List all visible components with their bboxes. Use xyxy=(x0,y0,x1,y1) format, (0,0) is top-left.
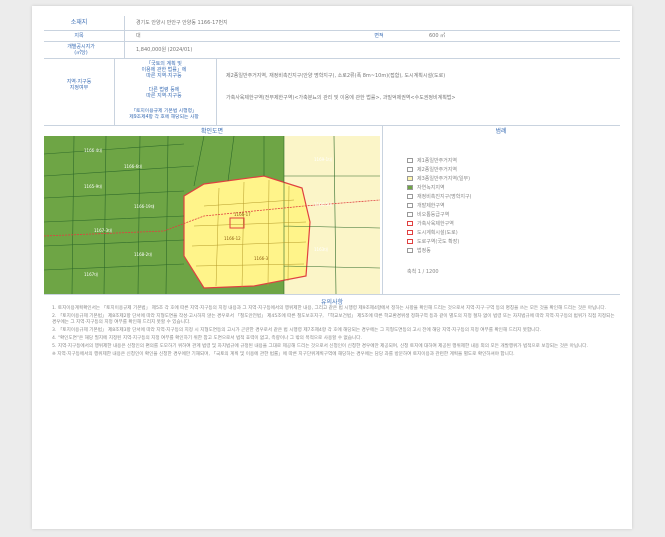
note-paragraph: 2. 「토지이용규제 기본법」 제8조제2항 단서에 따라 지형도면을 작성·고… xyxy=(52,314,615,325)
legend-label: 가축사육제한구역 xyxy=(417,221,454,227)
legend-label: 자연녹지지역 xyxy=(417,185,445,191)
legend-swatch xyxy=(407,212,413,217)
legend-swatch xyxy=(407,176,413,181)
legend-item: 비오톱등급구역 xyxy=(407,210,607,219)
redevelopment-district xyxy=(183,175,311,289)
legend-label: 제1종일반주거지역 xyxy=(417,158,457,164)
legend-label: 개발제한구역 xyxy=(417,203,445,209)
legend-swatch xyxy=(407,221,413,226)
legend-item: 자연녹지지역 xyxy=(407,183,607,192)
parcel-label: 1168-2대 xyxy=(134,251,152,257)
parcel-label: 1166-19대 xyxy=(134,203,155,209)
official-price-row: 개별공시지가 (㎡당) 1,840,000원 (2024/01) xyxy=(44,42,620,59)
target-parcel-label: 1166-17 xyxy=(234,212,251,217)
zoning-section-label: 지역·지구등 지정여부 xyxy=(66,79,92,91)
legend-item: 가축사육제한구역 xyxy=(407,219,607,228)
land-category-value: 대 xyxy=(136,33,141,39)
legend-label: 제3종일반주거지역(일부) xyxy=(417,176,471,182)
other-act-label: 다른 법령 등에 따른 지역·지구등 xyxy=(146,87,182,99)
legend-swatch xyxy=(407,230,413,235)
land-category-label: 지목 xyxy=(74,33,84,39)
divider xyxy=(124,42,125,58)
legend-swatch xyxy=(407,158,413,163)
parcel-label: 1169-1대 xyxy=(314,156,332,162)
legend-label: 제2종일반주거지역 xyxy=(417,167,457,173)
legend-label: 도시계획시설(도로) xyxy=(417,230,458,236)
parcel-label: 1164-5대 xyxy=(314,201,332,207)
location-label: 소재지 xyxy=(70,19,88,26)
note-paragraph: 5. 지역·지구등에서의 행위제한 내용은 신청인의 편의를 도모하기 위하여 … xyxy=(52,344,588,349)
area-value: 600 ㎡ xyxy=(429,33,446,39)
confirmation-map: 1166-4대 1166-6대 1165-9대 1166-19대 1167-3대… xyxy=(44,136,380,294)
legend-item: 제3종일반주거지역(일부) xyxy=(407,174,607,183)
divider xyxy=(114,59,115,125)
parcel-label: 1167-3대 xyxy=(94,227,112,233)
legend-item: 도로구역(국도 확장) xyxy=(407,237,607,246)
zoning-row: 지역·지구등 지정여부 「국토의 계획 및 이용에 관한 법률」에 따른 지역·… xyxy=(44,59,620,126)
area-label: 면적 xyxy=(374,33,384,39)
official-price-label: 개별공시지가 (㎡당) xyxy=(67,44,95,56)
legend-item: 개발제한구역 xyxy=(407,201,607,210)
location-row: 소재지 경기도 안양시 만안구 안양동 1166-17번지 xyxy=(44,16,620,31)
legend-swatch xyxy=(407,248,413,253)
document-sheet: 소재지 경기도 안양시 만안구 안양동 1166-17번지 지목 대 면적 60… xyxy=(32,6,632,529)
legend-item: 재정비촉진지구(명학지구) xyxy=(407,192,607,201)
legend-label: 도로구역(국도 확장) xyxy=(417,239,460,245)
other-act-value: 가축사육제한구역(전부제한구역)<가축분뇨의 관리 및 이용에 관한 법률>, … xyxy=(226,95,456,101)
parcel-label: 1167대 xyxy=(84,271,98,277)
legend-swatch xyxy=(407,239,413,244)
national-act-value: 제2종일반주거지역, 재정비촉진지구(안양 명학지구), 소로2류(폭 8m~1… xyxy=(226,73,446,79)
legend-swatch xyxy=(407,194,413,199)
note-paragraph: 3. 「토지이용규제 기본법」 제8조제3항 단서에 따라 지역·지구등의 지정… xyxy=(52,328,542,333)
legend-item: 제2종일반주거지역 xyxy=(407,165,607,174)
land-category-row: 지목 대 면적 600 ㎡ xyxy=(44,31,620,42)
legend-swatch xyxy=(407,185,413,190)
notes-divider xyxy=(44,294,620,295)
divider xyxy=(216,59,217,125)
legend: 제1종일반주거지역 제2종일반주거지역 제3종일반주거지역(일부) 자연녹지지역… xyxy=(407,156,607,255)
legend-item: 법정동 xyxy=(407,246,607,255)
legend-label: 법정동 xyxy=(417,248,431,254)
map-scale: 축척 1 / 1200 xyxy=(407,269,439,275)
official-price-value: 1,840,000원 (2024/01) xyxy=(136,47,193,53)
regulation-label: 「토지이용규제 기본법 시행령」 제9조제4항 각 호에 해당되는 사항 xyxy=(129,109,199,120)
parcel-label: 1166-6대 xyxy=(124,163,142,169)
parcel-label: 1166-12 xyxy=(224,236,241,241)
legend-swatch xyxy=(407,167,413,172)
note-paragraph: 1. 토지이용계획확인서는 「토지이용규제 기본법」 제5조 각 호에 따른 지… xyxy=(52,306,607,311)
divider xyxy=(124,16,125,30)
notes-title: 유의사항 xyxy=(320,299,344,306)
national-act-label: 「국토의 계획 및 이용에 관한 법률」에 따른 지역·지구등 xyxy=(141,61,187,79)
map-title: 확인도면 xyxy=(200,128,224,135)
location-value: 경기도 안양시 만안구 안양동 1166-17번지 xyxy=(136,20,228,26)
note-paragraph: ※ 지역·지구등에서의 행위제한 내용은 신청인이 확인을 신청한 경우에만 기… xyxy=(52,352,515,357)
parcel-label: 1163대 xyxy=(314,246,328,252)
legend-swatch xyxy=(407,203,413,208)
legend-item: 제1종일반주거지역 xyxy=(407,156,607,165)
parcel-label: 1165-9대 xyxy=(84,183,102,189)
notes-body: 1. 토지이용계획확인서는 「토지이용규제 기본법」 제5조 각 호에 따른 지… xyxy=(52,306,620,360)
divider xyxy=(124,31,125,41)
legend-label: 비오톱등급구역 xyxy=(417,212,450,218)
legend-title: 범례 xyxy=(495,128,507,135)
map-drawing: 1166-4대 1166-6대 1165-9대 1166-19대 1167-3대… xyxy=(44,136,380,294)
legend-item: 도시계획시설(도로) xyxy=(407,228,607,237)
note-paragraph: 4. "확인도면"은 해당 필지에 지정된 지역·지구등의 지정 여부를 확인하… xyxy=(52,336,362,341)
legend-label: 재정비촉진지구(명학지구) xyxy=(417,194,472,200)
divider xyxy=(382,125,383,295)
parcel-label: 1166-4대 xyxy=(84,147,102,153)
parcel-label: 1166-3 xyxy=(254,256,269,261)
